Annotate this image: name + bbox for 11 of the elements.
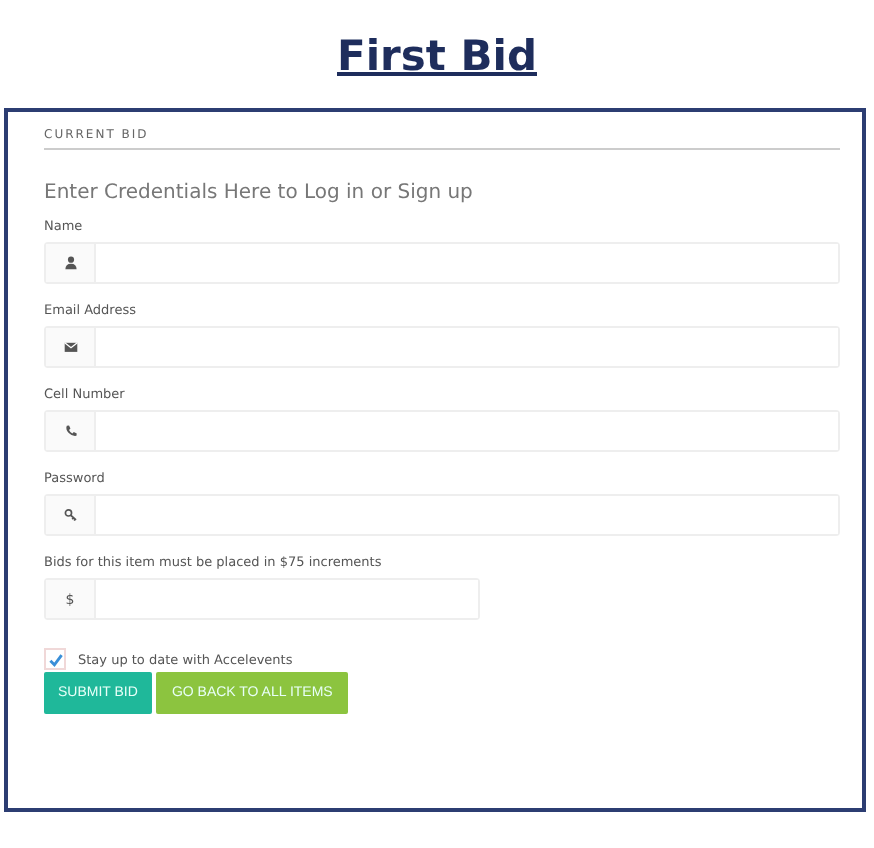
phone-icon [63, 424, 77, 438]
checkbox[interactable] [44, 648, 66, 670]
person-icon [63, 256, 77, 270]
input-field[interactable] [44, 242, 840, 284]
envelope-icon [63, 340, 77, 354]
form-intro: Enter Credentials Here to Log in or Sign up [44, 182, 475, 204]
input-field[interactable] [44, 326, 840, 368]
input-field[interactable] [44, 410, 840, 452]
key-icon [63, 508, 77, 522]
input-field[interactable] [44, 494, 840, 536]
page-title: First Bid [337, 32, 537, 80]
